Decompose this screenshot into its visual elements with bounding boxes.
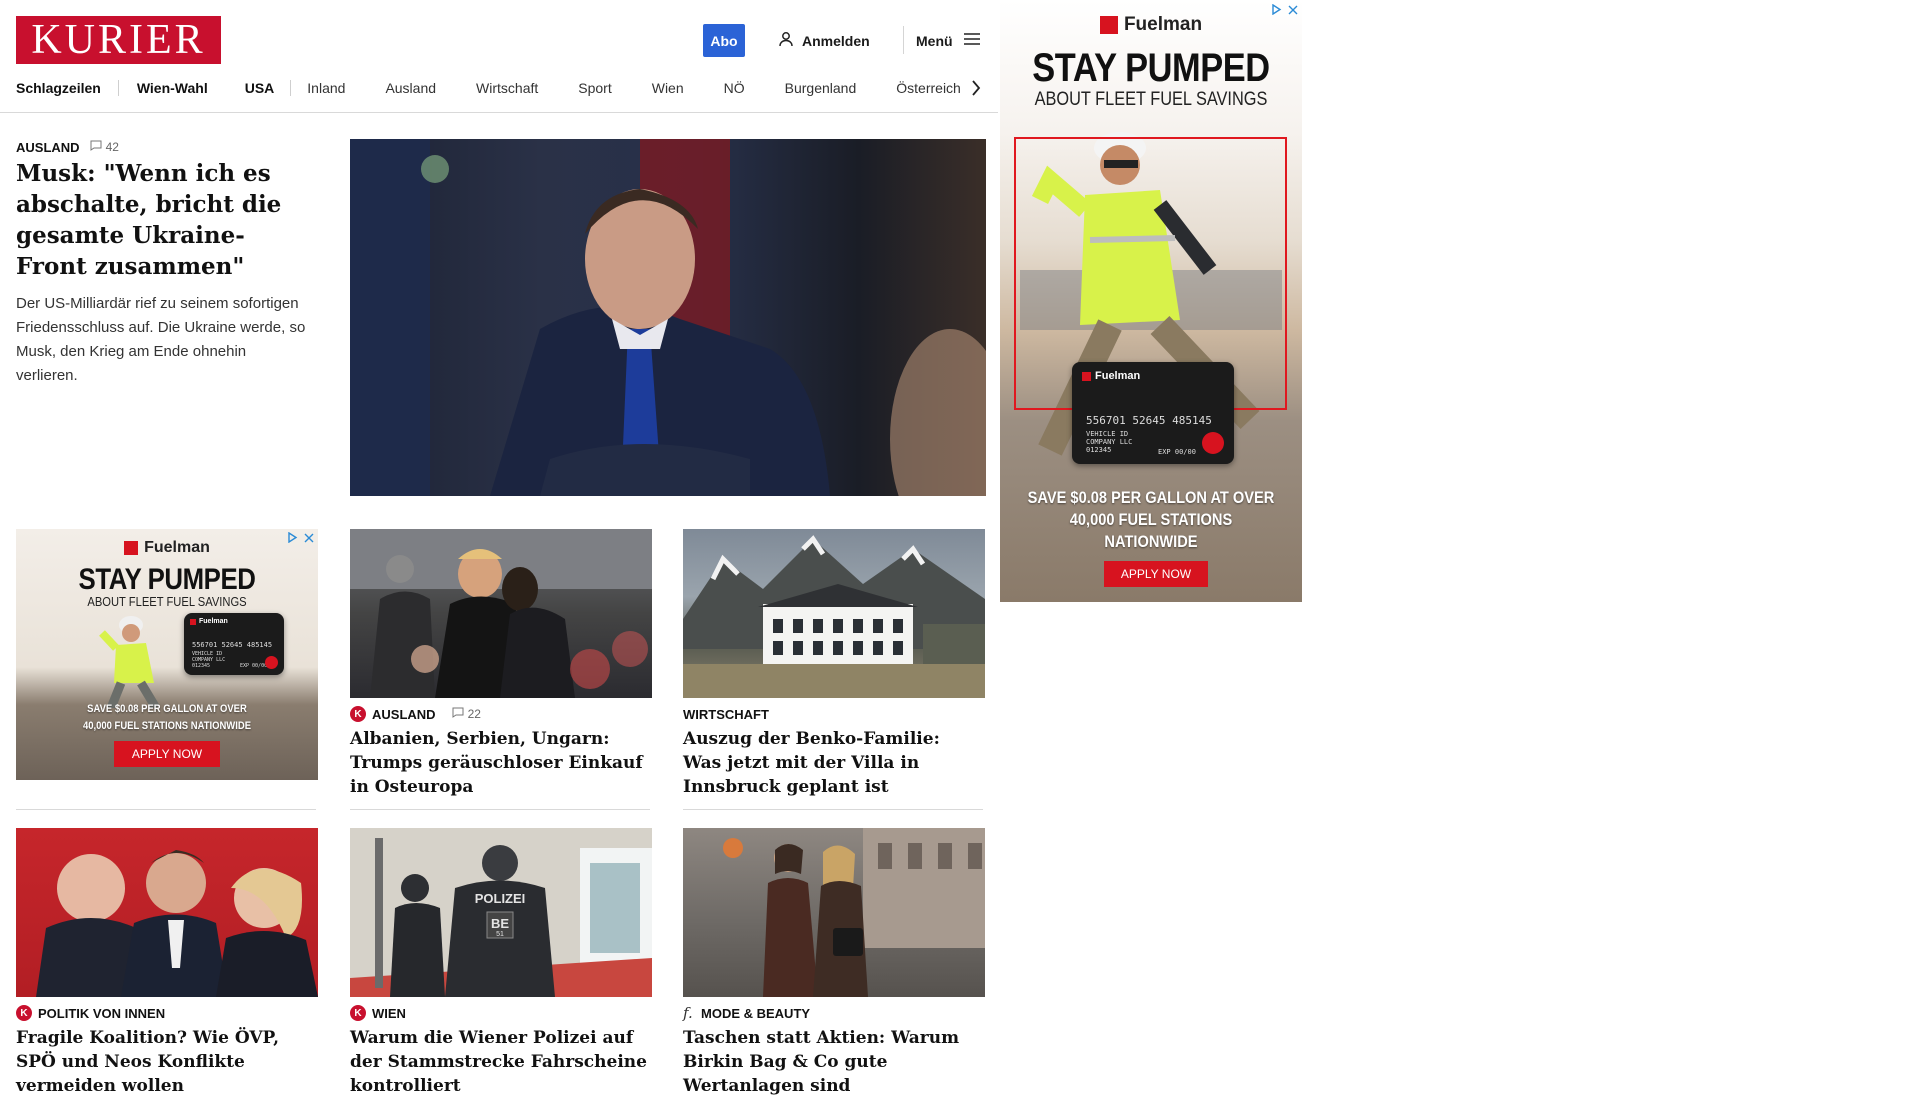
ad-apply-now-button[interactable]: APPLY NOW [114, 741, 220, 767]
ad-card-exp: EXP 00/00 [240, 663, 268, 669]
nav-item-wien[interactable]: Wien [652, 80, 684, 96]
ad-brand-name: Fuelman [1123, 14, 1203, 35]
ad-headline: STAY PUMPED [1032, 46, 1270, 90]
ad-card-number: 556701 52645 485145 [192, 641, 273, 649]
fuelman-logo-icon [1099, 16, 1118, 34]
card-meta-polizei: K WIEN [350, 1005, 406, 1021]
header-divider-line [0, 112, 998, 113]
police-vest-num: 51 [496, 931, 504, 938]
card-rubric[interactable]: AUSLAND [372, 707, 436, 722]
police-vest-code: BE [491, 916, 509, 931]
kurier-logo[interactable]: KURIER [16, 16, 221, 64]
card-meta-koalition: K POLITIK VON INNEN [16, 1005, 165, 1021]
login-label: Anmelden [802, 32, 870, 49]
card-rubric[interactable]: POLITIK VON INNEN [38, 1006, 165, 1021]
ad-card-emblem-icon [265, 656, 278, 669]
ad-headline: STAY PUMPED [78, 563, 256, 596]
nav-item-inland[interactable]: Inland [307, 80, 345, 96]
nav-item-wirtschaft[interactable]: Wirtschaft [476, 80, 538, 96]
ad-subline: ABOUT FLEET FUEL SAVINGS [87, 594, 247, 609]
card-rubric[interactable]: WIRTSCHAFT [683, 707, 769, 722]
card-title-albanien[interactable]: Albanien, Serbien, Ungarn: Trumps geräus… [350, 727, 650, 799]
card-meta-taschen: f. MODE & BEAUTY [683, 1004, 810, 1022]
nav-item-usa[interactable]: USA [245, 80, 275, 96]
comment-icon [452, 707, 464, 721]
ad-card-emblem-icon [1202, 432, 1224, 454]
card-image-polizei[interactable]: POLIZEI BE 51 [350, 828, 652, 997]
ad-brand: Fuelman [16, 539, 318, 557]
nav-divider [290, 80, 292, 96]
ad-brand: Fuelman [1000, 14, 1302, 36]
card-image-benko-villa[interactable] [683, 529, 985, 698]
nav-item-oesterreich[interactable]: Österreich [896, 80, 961, 96]
k-brand-icon: K [350, 1005, 366, 1021]
card-rubric[interactable]: WIEN [372, 1006, 406, 1021]
menu-button[interactable]: Menü [916, 24, 981, 57]
nav-item-sport[interactable]: Sport [578, 80, 611, 96]
ad-card-line3: 012345 [192, 663, 211, 669]
lead-comments-value: 42 [105, 140, 119, 154]
nav-item-noe[interactable]: NÖ [724, 80, 745, 96]
section-nav: Schlagzeilen Wien-Wahl USA Inland Auslan… [16, 78, 984, 98]
user-icon [778, 31, 794, 50]
lead-headline[interactable]: Musk: "Wenn ich es abschalte, bricht die… [16, 158, 306, 282]
nav-item-wien-wahl[interactable]: Wien-Wahl [137, 80, 208, 96]
login-button[interactable]: Anmelden [778, 24, 870, 57]
ad-card-line3: 012345 [1086, 446, 1112, 454]
nav-item-burgenland[interactable]: Burgenland [785, 80, 857, 96]
card-title-polizei[interactable]: Warum die Wiener Polizei auf der Stammst… [350, 1026, 650, 1098]
hamburger-icon [963, 31, 981, 50]
fuelman-logo-icon [124, 541, 139, 555]
ad-offer: SAVE $0.08 PER GALLON AT OVER 40,000 FUE… [82, 703, 252, 732]
card-divider [350, 809, 650, 810]
card-title-benko[interactable]: Auszug der Benko-Familie: Was jetzt mit … [683, 727, 983, 799]
ad-worker-figure [99, 616, 160, 708]
ad-fuel-card: Fuelman 556701 52645 485145 VEHICLE ID C… [184, 613, 284, 675]
abo-button[interactable]: Abo [703, 24, 745, 57]
nav-item-schlagzeilen[interactable]: Schlagzeilen [16, 80, 101, 96]
card-comments-value: 22 [467, 707, 481, 721]
card-rubric[interactable]: MODE & BEAUTY [701, 1006, 810, 1021]
ad-card-number: 556701 52645 485145 [1086, 414, 1212, 427]
header-divider [903, 26, 904, 54]
card-image-koalition[interactable] [16, 828, 318, 997]
lead-meta: AUSLAND 42 [16, 139, 119, 155]
nav-divider [117, 80, 119, 96]
card-image-albanien[interactable] [350, 529, 652, 698]
ad-card-line2: COMPANY LLC [1086, 438, 1133, 446]
lead-comment-count[interactable]: 42 [90, 140, 119, 154]
card-divider [16, 809, 316, 810]
card-meta-albanien: K AUSLAND 22 [350, 706, 481, 722]
card-comment-count[interactable]: 22 [452, 707, 481, 721]
ad-apply-now-button[interactable]: APPLY NOW [1104, 561, 1208, 587]
lead-rubric[interactable]: AUSLAND [16, 140, 80, 155]
ad-card-exp: EXP 00/00 [1158, 448, 1196, 456]
card-meta-benko: WIRTSCHAFT [683, 706, 769, 722]
lead-image[interactable] [350, 139, 986, 496]
ad-fuel-card: Fuelman 556701 52645 485145 VEHICLE ID C… [1072, 362, 1234, 464]
chevron-right-icon[interactable] [966, 78, 986, 98]
k-brand-icon: K [16, 1005, 32, 1021]
ad-large[interactable]: Fuelman STAY PUMPED ABOUT FLEET FUEL SAV… [1000, 0, 1302, 602]
nav-item-ausland[interactable]: Ausland [385, 80, 436, 96]
police-vest-text: POLIZEI [475, 891, 526, 906]
ad-brand-name: Fuelman [144, 539, 210, 556]
card-title-koalition[interactable]: Fragile Koalition? Wie ÖVP, SPÖ und Neos… [16, 1026, 316, 1098]
ad-subline: ABOUT FLEET FUEL SAVINGS [1034, 89, 1268, 110]
ad-card-brand: Fuelman [199, 618, 228, 625]
comment-icon [90, 140, 102, 154]
card-image-taschen[interactable] [683, 828, 985, 997]
lead-teaser: Der US-Milliardär rief zu seinem soforti… [16, 295, 306, 384]
k-brand-icon: K [350, 706, 366, 722]
ad-card-line1: VEHICLE ID [1086, 430, 1129, 438]
ad-card-brand: Fuelman [1095, 370, 1141, 382]
menu-label: Menü [916, 32, 953, 49]
card-title-taschen[interactable]: Taschen statt Aktien: Warum Birkin Bag &… [683, 1026, 983, 1098]
ad-small[interactable]: Fuelman STAY PUMPED ABOUT FLEET FUEL SAV… [16, 529, 318, 780]
freizeit-brand-icon: f. [683, 1004, 693, 1022]
card-divider [683, 809, 983, 810]
ad-offer: SAVE $0.08 PER GALLON AT OVER 40,000 FUE… [1027, 488, 1275, 551]
